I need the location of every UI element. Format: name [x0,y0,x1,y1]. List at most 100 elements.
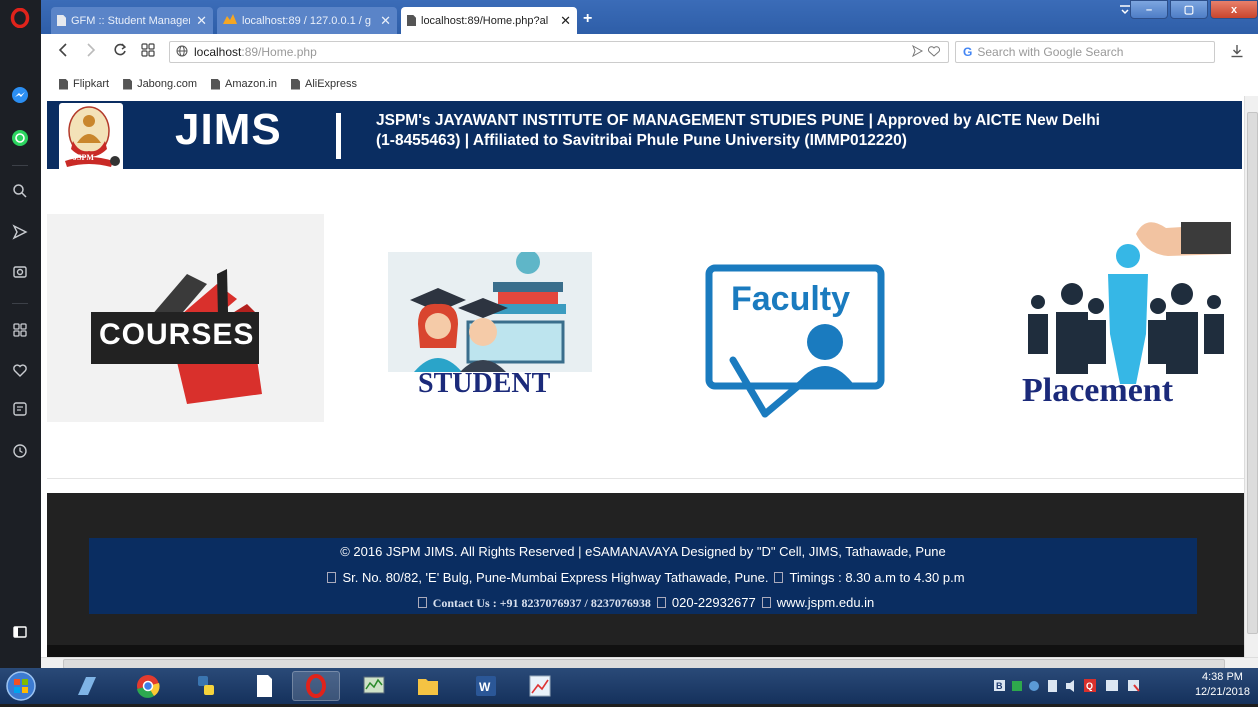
word-icon[interactable]: W [462,671,510,701]
header-line-1: JSPM's JAYAWANT INSTITUTE OF MANAGEMENT … [376,112,1100,129]
download-icon[interactable] [1230,44,1244,61]
clock-date: 12/21/2018 [1194,686,1250,698]
svg-text:B: B [996,681,1003,691]
page-icon [57,15,66,26]
back-button[interactable] [57,43,69,61]
logo-text: JSPM [73,153,94,162]
footer-copyright: © 2016 JSPM JIMS. All Rights Reserved | … [340,544,946,559]
tab-gfm[interactable]: GFM :: Student Manageme ✕ [51,7,213,34]
clock-time: 4:38 PM [1201,671,1243,683]
site-title: JIMS [175,105,282,154]
app-notepad-icon[interactable] [64,671,112,701]
maximize-button[interactable]: ▢ [1170,0,1208,19]
courses-label: COURSES [99,318,255,351]
student-tile[interactable]: STUDENT [388,250,592,402]
sidebar-separator [12,165,28,166]
tray-icons[interactable]: B Q [988,668,1168,704]
bookmarks-bar: Flipkart Jabong.com Amazon.in AliExpress [41,72,1258,96]
tab-close-icon[interactable]: ✕ [560,13,571,29]
placement-tile[interactable]: Placement [1016,214,1231,420]
footer-timings: Timings : 8.30 a.m to 4.30 p.m [789,570,965,585]
browser-sidebar [0,0,41,668]
footer-contact-line: Contact Us : +91 8237076937 / 8237076938… [89,595,1197,611]
globe-icon [761,597,771,608]
footer-phone: 020-22932677 [671,595,756,610]
address-bar: localhost :89/Home.php G Search with Goo… [41,34,1258,73]
search-icon[interactable] [9,183,31,205]
task-manager-icon[interactable] [350,671,398,701]
faculty-tile[interactable]: Faculty [705,264,885,419]
bookmarks-heart-icon[interactable] [9,362,31,384]
opera-menu-icon[interactable] [9,7,31,30]
whatsapp-icon[interactable] [9,129,31,151]
app-chart-icon[interactable] [516,671,564,701]
sidebar-toggle-icon[interactable] [9,624,31,646]
tab-label: localhost:89 / 127.0.0.1 / g [242,14,372,27]
bookmark-label: Amazon.in [225,78,277,90]
tab-close-icon[interactable]: ✕ [196,13,207,29]
messenger-icon[interactable] [9,86,31,108]
bookmark-jabong[interactable]: Jabong.com [123,78,197,90]
student-label: STUDENT [418,368,551,399]
file-icon[interactable] [240,671,288,701]
globe-icon [176,45,188,60]
taskbar-clock[interactable]: 4:38 PM 12/21/2018 [1195,670,1250,700]
footer-address-line: Sr. No. 80/82, 'E' Bulg, Pune-Mumbai Exp… [89,570,1197,585]
speed-dial-icon[interactable] [141,43,155,61]
vertical-scroll-thumb[interactable] [1247,112,1258,634]
start-button[interactable] [4,671,44,701]
footer-website-link[interactable]: www.jspm.edu.in [777,595,875,610]
bookmark-amazon[interactable]: Amazon.in [211,78,277,90]
minimize-button[interactable]: – [1130,0,1168,19]
speed-dial-grid-icon[interactable] [9,322,31,344]
tab-label: localhost:89/Home.php?al [421,14,549,27]
footer-address: Sr. No. 80/82, 'E' Bulg, Pune-Mumbai Exp… [342,570,769,585]
chrome-icon[interactable] [124,671,172,701]
page-viewport: JSPM JIMS JSPM's JAYAWANT INSTITUTE OF M… [41,96,1244,657]
courses-tile[interactable]: COURSES [47,214,324,422]
bookmark-aliexpress[interactable]: AliExpress [290,78,357,90]
tab-home-active[interactable]: localhost:89/Home.php?al ✕ [401,7,577,34]
flow-send-icon[interactable] [9,224,31,246]
tab-phpmyadmin[interactable]: localhost:89 / 127.0.0.1 / g ✕ [217,7,397,34]
snapshot-camera-icon[interactable] [9,263,31,285]
bookmark-label: Flipkart [73,78,110,90]
jspm-logo[interactable]: JSPM [59,103,123,173]
page-icon [59,78,68,90]
page-icon [123,78,133,90]
page-icon [290,78,300,90]
file-explorer-icon[interactable] [404,671,452,701]
phpmyadmin-icon [223,14,237,27]
history-clock-icon[interactable] [9,443,31,465]
system-tray: B Q 4:38 PM 12/21/2018 [988,668,1258,704]
forward-button[interactable] [85,43,97,61]
search-placeholder: Search with Google Search [977,45,1124,59]
header-line-2: (1-8455463) | Affiliated to Savitribai P… [376,132,907,149]
tab-close-icon[interactable]: ✕ [380,13,391,29]
news-icon[interactable] [9,401,31,423]
header-text: JSPM's JAYAWANT INSTITUTE OF MANAGEMENT … [376,111,1244,151]
reload-button[interactable] [113,43,127,61]
footer-info-box: © 2016 JSPM JIMS. All Rights Reserved | … [89,538,1197,614]
search-input[interactable]: G Search with Google Search [955,41,1215,63]
placement-people-icon [1028,222,1231,384]
page-icon [407,15,416,26]
close-window-button[interactable]: x [1210,0,1258,19]
site-header: JSPM JIMS JSPM's JAYAWANT INSTITUTE OF M… [47,101,1244,173]
flow-heart-icons[interactable] [912,44,942,60]
new-tab-button[interactable]: + [583,10,592,28]
footer-bottom-strip [47,645,1244,657]
bookmark-flipkart[interactable]: Flipkart [59,78,109,90]
python-icon[interactable] [182,671,230,701]
url-field[interactable]: localhost :89/Home.php [169,41,949,63]
google-icon: G [963,45,973,59]
header-divider [336,113,341,159]
bookmark-label: AliExpress [304,78,357,90]
footer-contact: Contact Us : +91 8237076937 / 8237076938 [432,596,651,610]
tab-label: GFM :: Student Manageme [71,14,190,27]
opera-taskbar-icon[interactable] [292,671,340,701]
page-icon [211,78,220,90]
vertical-scrollbar[interactable] [1244,96,1258,657]
content-divider [47,478,1244,479]
url-path: :89/Home.php [241,45,317,59]
